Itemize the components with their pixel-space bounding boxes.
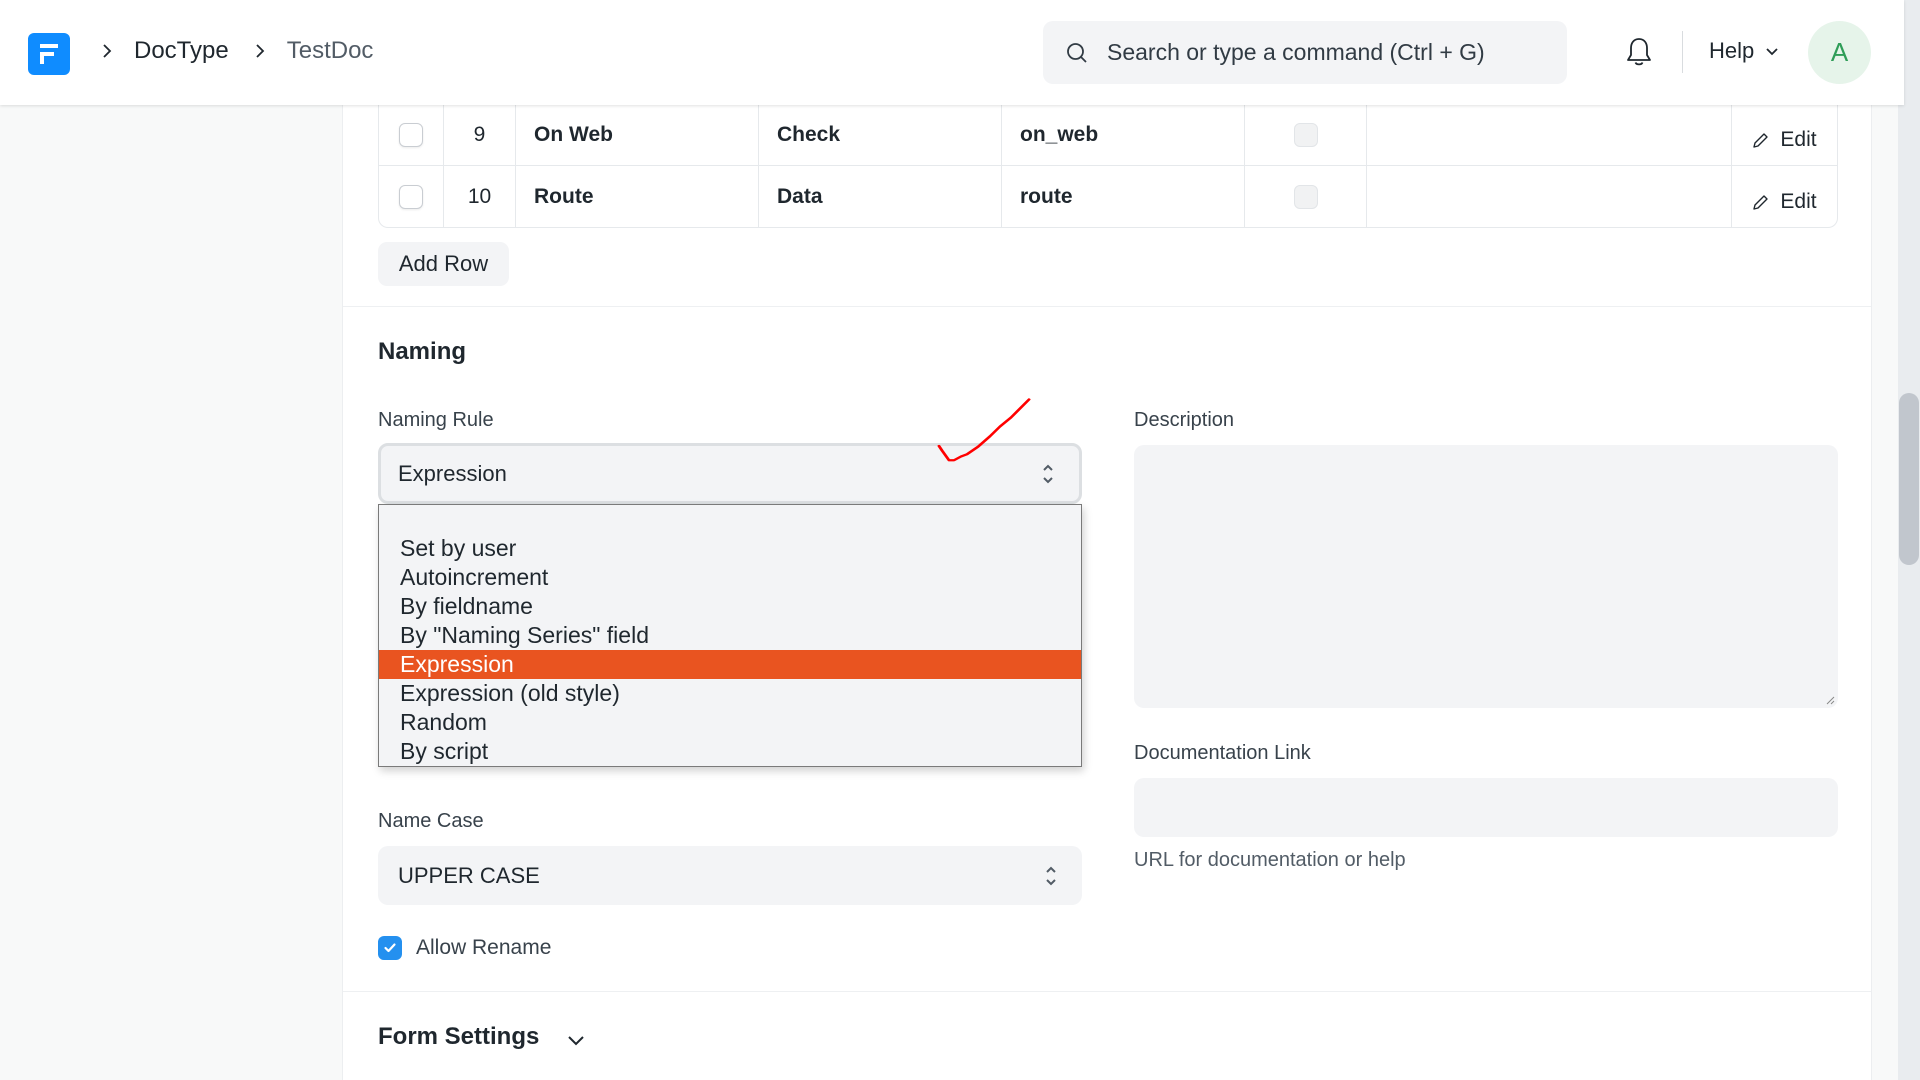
mandatory-checkbox[interactable] xyxy=(1293,184,1318,209)
naming-rule-value: Expression xyxy=(398,460,507,486)
dropdown-option[interactable]: By script xyxy=(379,737,1081,766)
navbar-divider xyxy=(1682,31,1683,73)
documentation-link-input[interactable] xyxy=(1134,778,1838,837)
dropdown-option[interactable]: Random xyxy=(379,708,1081,737)
check-icon xyxy=(384,943,396,953)
chevron-down-icon xyxy=(1766,48,1778,56)
naming-rule-dropdown: Set by user Autoincrement By fieldname B… xyxy=(378,504,1082,767)
search-icon xyxy=(1067,42,1087,63)
description-textarea[interactable] xyxy=(1134,445,1838,708)
table-row[interactable]: 9 On Web Check on_web Edit xyxy=(379,105,1837,166)
pencil-icon xyxy=(1753,133,1769,148)
search-bar[interactable]: Search or type a command (Ctrl + G) xyxy=(1043,21,1567,84)
frappe-logo-icon xyxy=(40,44,58,64)
edit-label: Edit xyxy=(1780,189,1817,213)
chevron-right-icon xyxy=(92,36,122,66)
empty-cell xyxy=(1367,105,1732,165)
empty-cell xyxy=(1367,166,1732,227)
documentation-link-label: Documentation Link xyxy=(1134,742,1311,764)
fields-table: 9 On Web Check on_web Edit 10 Route Data… xyxy=(378,105,1838,228)
notification-bell-icon[interactable] xyxy=(1624,36,1654,68)
table-row[interactable]: 10 Route Data route Edit xyxy=(379,166,1837,227)
dropdown-option[interactable]: Set by user xyxy=(379,534,1081,563)
edit-label: Edit xyxy=(1780,128,1817,151)
mandatory-checkbox[interactable] xyxy=(1293,123,1318,147)
navbar: DocType TestDoc Search or type a command… xyxy=(0,0,1904,105)
dropdown-option[interactable]: By "Naming Series" field xyxy=(379,621,1081,650)
select-arrows-icon xyxy=(1043,464,1053,483)
allow-rename-label[interactable]: Allow Rename xyxy=(416,936,551,960)
pencil-icon xyxy=(1753,194,1769,210)
scrollbar-thumb[interactable] xyxy=(1899,393,1919,565)
row-index: 9 xyxy=(444,105,516,165)
name-case-value: UPPER CASE xyxy=(398,862,540,888)
chevron-down-icon[interactable] xyxy=(564,1028,588,1052)
app-logo[interactable] xyxy=(28,33,70,75)
breadcrumb-testdoc[interactable]: TestDoc xyxy=(287,37,374,65)
breadcrumb: DocType TestDoc xyxy=(92,36,389,66)
breadcrumb-doctype[interactable]: DocType xyxy=(134,37,229,65)
row-select-checkbox[interactable] xyxy=(399,184,423,209)
naming-rule-label: Naming Rule xyxy=(378,409,494,431)
field-name-cell[interactable]: route xyxy=(1002,166,1245,227)
name-case-label: Name Case xyxy=(378,810,484,832)
user-avatar[interactable]: A xyxy=(1808,21,1871,84)
section-title-form-settings[interactable]: Form Settings xyxy=(378,1023,539,1051)
dropdown-option[interactable]: Autoincrement xyxy=(379,563,1081,592)
add-row-button[interactable]: Add Row xyxy=(378,242,509,286)
help-label: Help xyxy=(1709,38,1755,63)
dropdown-option[interactable]: Expression (old style) xyxy=(379,679,1081,708)
field-type-cell[interactable]: Data xyxy=(759,166,1002,227)
field-label-cell[interactable]: Route xyxy=(516,166,759,227)
resize-handle-icon[interactable] xyxy=(1825,695,1835,705)
select-arrows-icon xyxy=(1046,866,1056,885)
dropdown-option[interactable]: By fieldname xyxy=(379,592,1081,621)
section-divider xyxy=(343,306,1871,307)
field-label-cell[interactable]: On Web xyxy=(516,105,759,165)
allow-rename-checkbox[interactable] xyxy=(378,936,402,960)
edit-row-button[interactable]: Edit xyxy=(1732,105,1837,165)
field-type-cell[interactable]: Check xyxy=(759,105,1002,165)
section-title-naming: Naming xyxy=(378,338,467,365)
row-index: 10 xyxy=(444,166,516,227)
description-label: Description xyxy=(1134,409,1235,431)
field-name-cell[interactable]: on_web xyxy=(1002,105,1245,165)
documentation-link-help: URL for documentation or help xyxy=(1134,849,1406,871)
edit-row-button[interactable]: Edit xyxy=(1732,166,1837,227)
naming-rule-select[interactable]: Expression xyxy=(378,443,1082,504)
section-divider xyxy=(343,991,1871,992)
help-dropdown[interactable]: Help xyxy=(1709,38,1780,64)
search-placeholder: Search or type a command (Ctrl + G) xyxy=(1107,39,1485,65)
row-select-checkbox[interactable] xyxy=(399,123,423,147)
chevron-right-icon xyxy=(245,36,275,66)
dropdown-option-selected[interactable]: Expression xyxy=(379,650,1081,679)
name-case-select[interactable]: UPPER CASE xyxy=(378,846,1082,905)
